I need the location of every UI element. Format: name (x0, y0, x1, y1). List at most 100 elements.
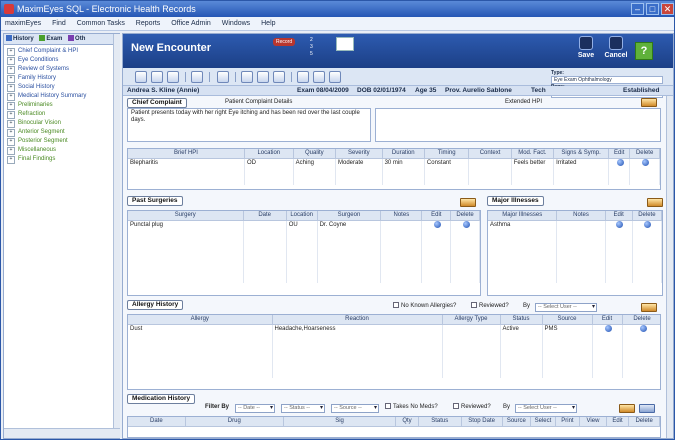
menu-reports[interactable]: Reports (136, 20, 161, 27)
column-header[interactable]: Allergy Type (442, 315, 501, 325)
toolbar-button-5[interactable] (217, 71, 229, 83)
type-field[interactable]: Eye Exam Ophthalmology (551, 76, 663, 84)
column-header[interactable]: Severity (335, 149, 383, 159)
column-header[interactable]: Allergy (128, 315, 273, 325)
section-tool-icon[interactable] (619, 404, 635, 413)
delete-icon[interactable] (639, 324, 647, 332)
toolbar-button-11[interactable] (329, 71, 341, 83)
takes-no-meds-checkbox[interactable]: Takes No Meds? (385, 403, 438, 412)
help-button[interactable]: ? (635, 42, 653, 60)
column-header[interactable]: Mod. Fact. (511, 149, 555, 159)
toolbar-button-2[interactable] (151, 71, 163, 83)
menu-find[interactable]: Find (52, 20, 66, 27)
main-scrollbar[interactable] (666, 96, 673, 438)
extended-hpi-field[interactable] (375, 108, 661, 142)
sidebar-item[interactable]: Miscellaneous (7, 146, 116, 155)
column-header[interactable]: Source (502, 417, 532, 427)
column-header[interactable]: Delete (622, 315, 660, 325)
meds-user-select[interactable]: -- Select User -- (515, 404, 577, 413)
column-header[interactable]: Duration (382, 149, 425, 159)
section-tool-icon[interactable] (647, 198, 663, 207)
toolbar-button-9[interactable] (297, 71, 309, 83)
toolbar-button-7[interactable] (257, 71, 269, 83)
delete-icon[interactable] (644, 220, 652, 228)
cancel-button[interactable]: Cancel (601, 36, 631, 59)
toolbar-button-3[interactable] (167, 71, 179, 83)
tab-exam[interactable]: Exam (39, 35, 62, 42)
column-header[interactable]: Reaction (272, 315, 443, 325)
menu-common-tasks[interactable]: Common Tasks (77, 20, 125, 27)
column-header[interactable]: Source (542, 315, 593, 325)
delete-icon[interactable] (462, 220, 470, 228)
toolbar-button-10[interactable] (313, 71, 325, 83)
menu-windows[interactable]: Windows (222, 20, 250, 27)
edit-icon[interactable] (604, 324, 612, 332)
meds-reviewed-checkbox[interactable]: Reviewed? (453, 403, 491, 412)
column-header[interactable]: Major Illnesses (488, 211, 558, 221)
patient-details-field[interactable]: Patient presents today with her right Ey… (127, 108, 371, 142)
toolbar-button-1[interactable] (135, 71, 147, 83)
sidebar-item[interactable]: Eye Conditions (7, 56, 116, 65)
toolbar-button-8[interactable] (273, 71, 285, 83)
sidebar-item[interactable]: Posterior Segment (7, 137, 116, 146)
column-header[interactable]: Signs & Symp. (553, 149, 610, 159)
table-row[interactable]: Punctal plug OU Dr. Coyne (128, 220, 480, 229)
section-tool-icon[interactable] (641, 303, 657, 312)
column-header[interactable]: Edit (608, 149, 631, 159)
rx-icon[interactable] (639, 404, 655, 413)
table-row[interactable]: Blepharitis OD Aching Moderate 30 min Constan… (128, 158, 660, 167)
column-header[interactable]: Location (286, 211, 318, 221)
sidebar-item[interactable]: Social History (7, 83, 116, 92)
column-header[interactable]: Context (468, 149, 512, 159)
column-header[interactable]: Stop Date (461, 417, 503, 427)
column-header[interactable]: Delete (450, 211, 480, 221)
column-header[interactable]: Delete (628, 417, 660, 427)
column-header[interactable]: Date (128, 417, 186, 427)
maximize-button[interactable]: □ (646, 3, 659, 15)
column-header[interactable]: Brief HPI (128, 149, 245, 159)
column-header[interactable]: Surgeon (317, 211, 382, 221)
sidebar-item[interactable]: Anterior Segment (7, 128, 116, 137)
sidebar-item[interactable]: Chief Complaint & HPI (7, 47, 116, 56)
minimize-button[interactable]: – (631, 3, 644, 15)
sidebar-item[interactable]: Family History (7, 74, 116, 83)
column-header[interactable]: Notes (380, 211, 423, 221)
menu-help[interactable]: Help (261, 20, 275, 27)
edit-icon[interactable] (433, 220, 441, 228)
allergy-user-select[interactable]: -- Select User -- (535, 303, 597, 312)
column-header[interactable]: Qty (395, 417, 419, 427)
menu-office-admin[interactable]: Office Admin (171, 20, 211, 27)
allergy-reviewed-checkbox[interactable]: Reviewed? (471, 302, 509, 311)
column-header[interactable]: View (579, 417, 607, 427)
menu-maximeyes[interactable]: maximEyes (5, 20, 41, 27)
section-tool-icon[interactable] (460, 198, 476, 207)
table-row[interactable]: Asthma (488, 220, 662, 229)
edit-icon[interactable] (616, 158, 624, 166)
edit-icon[interactable] (616, 220, 624, 228)
date-filter-select[interactable]: -- Date -- (235, 404, 275, 413)
toolbar-button-4[interactable] (191, 71, 203, 83)
column-header[interactable]: Status (418, 417, 462, 427)
delete-icon[interactable] (642, 158, 650, 166)
column-header[interactable]: Drug (185, 417, 284, 427)
column-header[interactable]: Print (555, 417, 581, 427)
tab-history[interactable]: History (6, 35, 34, 42)
column-header[interactable]: Surgery (128, 211, 244, 221)
status-filter-select[interactable]: -- Status -- (281, 404, 325, 413)
column-header[interactable]: Notes (556, 211, 606, 221)
no-known-allergies-checkbox[interactable]: No Known Allergies? (393, 302, 456, 311)
source-filter-select[interactable]: -- Source -- (331, 404, 379, 413)
section-tool-icon[interactable] (641, 98, 657, 107)
column-header[interactable]: Select (530, 417, 556, 427)
column-header[interactable]: Status (500, 315, 543, 325)
column-header[interactable]: Edit (605, 211, 633, 221)
column-header[interactable]: Timing (424, 149, 470, 159)
column-header[interactable]: Delete (632, 211, 662, 221)
column-header[interactable]: Edit (606, 417, 630, 427)
tab-other[interactable]: Oth (68, 35, 85, 42)
toolbar-button-6[interactable] (241, 71, 253, 83)
sidebar-scrollbar[interactable] (113, 34, 120, 428)
sidebar-item[interactable]: Final Findings (7, 155, 116, 164)
sidebar-item[interactable]: Medical History Summary (7, 92, 116, 101)
column-header[interactable]: Date (243, 211, 287, 221)
